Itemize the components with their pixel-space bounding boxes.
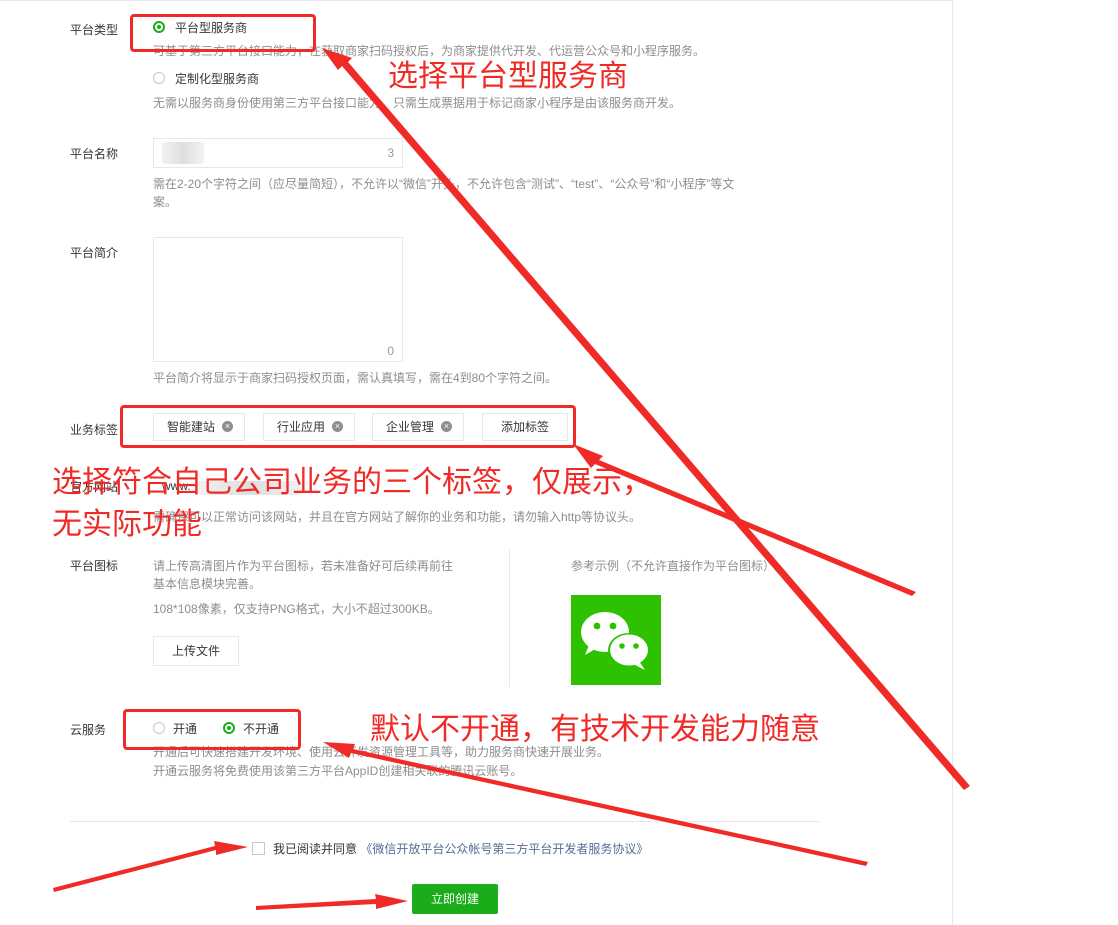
arrow-to-create xyxy=(256,894,408,910)
platform-icon-label: 平台图标 xyxy=(70,559,119,573)
create-button[interactable]: 立即创建 xyxy=(412,884,498,914)
annotation-platform-type: 选择平台型服务商 xyxy=(388,60,628,93)
content-right-border xyxy=(952,0,953,925)
platform-name-input[interactable]: 3 xyxy=(153,138,403,168)
annotation-tags-line1: 选择符合自己公司业务的三个标签，仅展示， xyxy=(52,466,652,499)
form-footer-divider xyxy=(70,821,819,822)
annotation-cloud: 默认不开通，有技术开发能力随意 xyxy=(370,713,820,746)
platform-icon-spec: 108*108像素，仅支持PNG格式，大小不超过300KB。 xyxy=(153,602,440,616)
platform-type-custom-desc: 无需以服务商身份使用第三方平台接口能力，只需生成票据用于标记商家小程序是由该服务… xyxy=(153,96,682,110)
agreement-checkbox[interactable] xyxy=(252,842,265,855)
icon-example-label: 参考示例（不允许直接作为平台图标） xyxy=(571,559,776,573)
arrow-to-checkbox xyxy=(53,841,248,892)
platform-icon-hint-line1: 请上传高清图片作为平台图标，若未准备好可后续再前往 xyxy=(153,559,454,573)
top-divider xyxy=(0,0,952,1)
radio-platform-type-custom-label[interactable]: 定制化型服务商 xyxy=(175,70,259,87)
cloud-service-label: 云服务 xyxy=(70,723,107,737)
agreement-link[interactable]: 《微信开放平台公众帐号第三方平台开发者服务协议》 xyxy=(360,842,648,856)
annotation-box-tags xyxy=(120,405,576,448)
annotation-box-cloud xyxy=(123,709,301,750)
platform-intro-textarea[interactable]: 0 xyxy=(153,237,403,362)
upload-file-button[interactable]: 上传文件 xyxy=(153,636,239,666)
annotation-tags-line2: 无实际功能 xyxy=(52,508,202,541)
platform-name-hint-line2: 案。 xyxy=(153,195,178,209)
icon-section-divider xyxy=(509,550,510,687)
platform-name-label: 平台名称 xyxy=(70,147,119,161)
agreement-prefix: 我已阅读并同意 xyxy=(273,842,358,856)
platform-intro-label: 平台简介 xyxy=(70,246,119,260)
cloud-service-hint-line2: 开通云服务将免费使用该第三方平台AppID创建相关联的腾讯云账号。 xyxy=(153,764,523,778)
platform-icon-hint-line2: 基本信息模块完善。 xyxy=(153,577,262,591)
wechat-logo-icon xyxy=(571,595,661,685)
agreement-text: 我已阅读并同意 《微信开放平台公众帐号第三方平台开发者服务协议》 xyxy=(273,840,648,857)
platform-type-label: 平台类型 xyxy=(70,23,119,37)
platform-name-hint-line1: 需在2-20个字符之间（应尽量简短），不允许以“微信”开头，不允许包含“测试”、… xyxy=(153,177,735,191)
platform-intro-counter: 0 xyxy=(387,344,394,358)
redacted-name-value xyxy=(162,142,204,164)
website-hint: 需确保可以正常访问该网站，并且在官方网站了解你的业务和功能，请勿输入http等协… xyxy=(153,510,642,524)
platform-intro-hint: 平台简介将显示于商家扫码授权页面，需认真填写，需在4到80个字符之间。 xyxy=(153,371,558,385)
radio-platform-type-custom[interactable] xyxy=(153,72,165,84)
annotation-box-platform-type xyxy=(130,14,316,52)
business-tags-label: 业务标签 xyxy=(70,423,119,437)
platform-name-counter: 3 xyxy=(387,146,394,160)
